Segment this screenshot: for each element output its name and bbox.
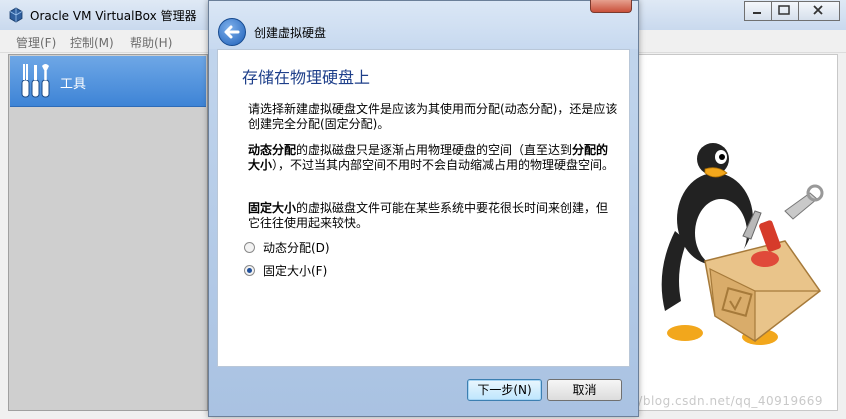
option-dynamic-label: 动态分配(D): [263, 240, 330, 255]
intro-text: 请选择新建虚拟硬盘文件是应该为其使用而分配(动态分配)，还是应该创建完全分配(固…: [248, 102, 618, 131]
virtualbox-logo-icon: [9, 7, 23, 23]
page-heading: 存储在物理硬盘上: [242, 68, 371, 87]
dialog-footer: 下一步(N) 取消: [209, 367, 638, 417]
close-button[interactable]: [798, 1, 840, 21]
option-dynamic[interactable]: 动态分配(D): [244, 239, 330, 255]
fixed-term: 固定大小: [248, 201, 297, 215]
maximize-button[interactable]: [771, 1, 798, 21]
maximize-icon: [778, 5, 790, 15]
dynamic-text-2: ），不过当其内部空间不用时不会自动缩减占用的物理硬盘空间。: [272, 158, 615, 172]
fixed-description: 固定大小的虚拟磁盘文件可能在某些系统中要花很长时间来创建，但它往往使用起来较快。: [248, 201, 620, 231]
fixed-text: 的虚拟磁盘文件可能在某些系统中要花很长时间来创建，但它往往使用起来较快。: [248, 201, 609, 230]
back-arrow-icon: [224, 25, 240, 39]
cancel-button[interactable]: 取消: [547, 379, 622, 401]
menu-control[interactable]: 控制(M): [70, 34, 114, 51]
radio-fixed[interactable]: [244, 264, 255, 276]
dynamic-text-1: 的虚拟磁盘只是逐渐占用物理硬盘的空间（直至达到: [296, 143, 573, 157]
tools-item[interactable]: 工具: [10, 56, 206, 107]
dynamic-term: 动态分配: [248, 143, 297, 157]
tools-icon: [21, 64, 50, 98]
minimize-button[interactable]: [744, 1, 771, 21]
details-pane: https://blog.csdn.net/qq_40919669: [596, 54, 838, 411]
main-window-controls: [744, 1, 840, 21]
radio-dynamic[interactable]: [244, 241, 255, 253]
penguin-toolbox-illustration: [661, 143, 824, 345]
menu-manage[interactable]: 管理(F): [16, 34, 56, 51]
dynamic-description: 动态分配的虚拟磁盘只是逐渐占用物理硬盘的空间（直至达到分配的大小），不过当其内部…: [248, 143, 620, 173]
option-fixed-label: 固定大小(F): [263, 263, 328, 278]
next-button[interactable]: 下一步(N): [467, 379, 542, 401]
tools-label: 工具: [60, 77, 87, 92]
main-window-title: Oracle VM VirtualBox 管理器: [30, 9, 197, 23]
menu-help[interactable]: 帮助(H): [130, 34, 172, 51]
create-virtual-disk-dialog: 创建虚拟硬盘 存储在物理硬盘上 请选择新建虚拟硬盘文件是应该为其使用而分配(动态…: [208, 0, 639, 417]
back-button[interactable]: [218, 18, 246, 46]
close-icon: [813, 5, 823, 15]
dialog-header[interactable]: 创建虚拟硬盘: [209, 0, 638, 49]
option-fixed[interactable]: 固定大小(F): [244, 262, 327, 278]
dialog-title: 创建虚拟硬盘: [254, 26, 327, 40]
dialog-close-button[interactable]: [590, 0, 632, 13]
minimize-icon: [753, 12, 761, 14]
wizard-page: 存储在物理硬盘上 请选择新建虚拟硬盘文件是应该为其使用而分配(动态分配)，还是应…: [217, 49, 630, 367]
machine-list-panel: 工具: [8, 54, 208, 411]
